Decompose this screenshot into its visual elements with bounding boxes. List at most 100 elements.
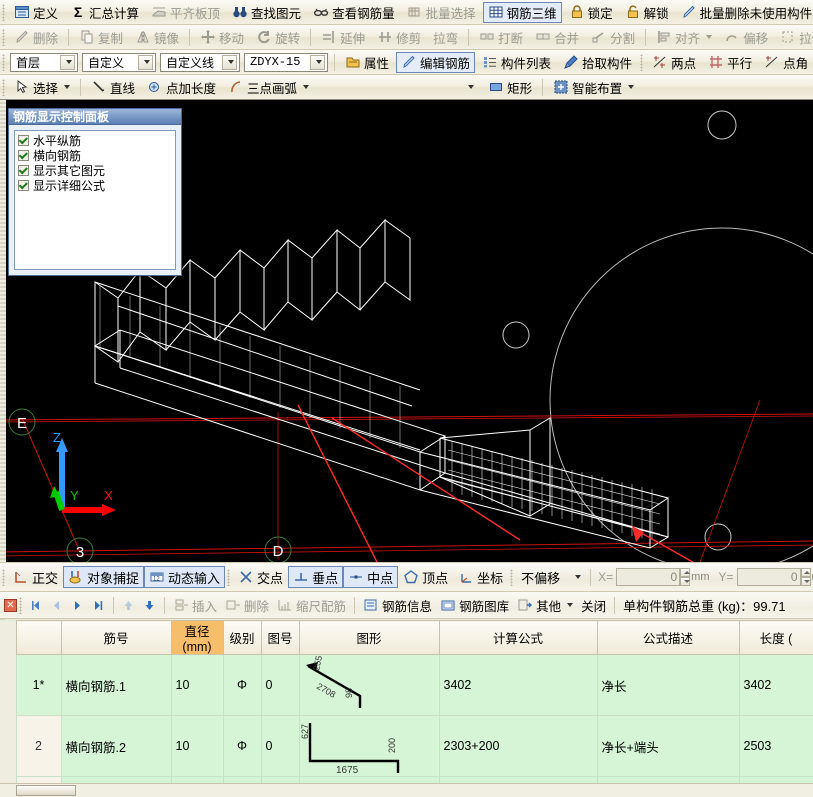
row-length[interactable]: 3402 — [738, 654, 813, 716]
nav-properties-button[interactable]: 属性 — [340, 52, 394, 73]
row-index[interactable]: 2 — [15, 715, 62, 777]
snap-vertex-toggle[interactable]: 顶点 — [398, 566, 453, 588]
toolbar-lock-button[interactable]: 锁定 — [564, 2, 618, 23]
snap-section-grip[interactable] — [227, 568, 231, 586]
nav-component-list-button[interactable]: 构件列表 — [477, 52, 556, 73]
nav-toolbar-grip[interactable] — [2, 53, 5, 71]
table-header-rebar-no[interactable]: 筋号 — [60, 620, 172, 655]
row-formula[interactable]: 3402 — [438, 654, 598, 716]
nav-pick-component-button[interactable]: 拾取构件 — [558, 52, 637, 73]
table-header-level[interactable]: 级别 — [222, 620, 262, 655]
snap-midpoint-toggle[interactable]: 中点 — [343, 566, 399, 588]
snap-intersection-toggle[interactable]: 交点 — [233, 566, 288, 588]
row-drawing-no[interactable]: 0 — [260, 715, 300, 777]
edit-move-button[interactable]: 移动 — [195, 27, 249, 48]
edit-break-button[interactable]: 打断 — [474, 27, 528, 48]
edit-merge-button[interactable]: 合并 — [530, 27, 584, 48]
close-icon[interactable]: ✕ — [4, 598, 17, 612]
draw-smart-layout-button[interactable]: 智能布置 — [548, 77, 639, 98]
toolbar-unlock-button[interactable]: 解锁 — [620, 2, 674, 23]
x-offset-input[interactable]: 0 — [616, 568, 681, 586]
draw-toolbar-grip[interactable] — [2, 78, 5, 96]
row-level[interactable]: Φ — [222, 654, 262, 716]
edit-copy-button[interactable]: 复制 — [74, 27, 128, 48]
nav-move-down-button[interactable] — [139, 594, 160, 616]
table-header-description[interactable]: 公式描述 — [596, 620, 740, 655]
edit-align-button[interactable]: 对齐 — [651, 27, 717, 48]
draw-three-point-arc-button[interactable]: 三点画弧 — [223, 77, 314, 98]
checkbox-icon[interactable] — [18, 180, 29, 191]
edit-mirror-button[interactable]: 镜像 — [130, 27, 184, 48]
table-header-blank[interactable] — [15, 620, 62, 655]
toolbar-define-button[interactable]: 定义 — [9, 2, 63, 23]
chevron-down-icon[interactable] — [567, 603, 574, 607]
toolbar-summary-calc-button[interactable]: Σ 汇总计算 — [65, 2, 144, 23]
grid-delete-button[interactable]: 删除 — [221, 594, 273, 616]
category-combo[interactable]: 自定义 — [82, 52, 156, 72]
nav-last-record-button[interactable] — [88, 594, 109, 616]
toolbar-grip[interactable] — [2, 3, 5, 21]
toolbar-align-slab-top-button[interactable]: 平齐板顶 — [146, 2, 225, 23]
toolbar-view-rebar-qty-button[interactable]: 查看钢筋量 — [308, 2, 400, 23]
nav-first-record-button[interactable] — [25, 594, 46, 616]
snap-object-snap-toggle[interactable]: 对象捕捉 — [63, 566, 145, 588]
row-rebar-name[interactable]: 横向钢筋.2 — [60, 715, 172, 777]
table-header-diameter[interactable]: 直径(mm) — [170, 620, 224, 655]
table-header-length[interactable]: 长度 ( — [738, 620, 813, 655]
edit-offset-button[interactable]: 偏移 — [719, 27, 773, 48]
draw-line-button[interactable]: 直线 — [86, 77, 140, 98]
nav-parallel-button[interactable]: 平行 — [703, 52, 757, 73]
edit-toolbar-grip[interactable] — [2, 28, 5, 46]
row-shape[interactable]: 255 2708 98 — [298, 654, 440, 716]
row-formula[interactable]: 2303+200 — [438, 715, 598, 777]
table-row[interactable]: 1* 横向钢筋.1 10 Φ 0 255 2708 98 3402 净长 340… — [0, 654, 813, 716]
chevron-down-icon[interactable] — [575, 575, 582, 579]
table-header-drawing-no[interactable]: 图号 — [260, 620, 300, 655]
offset-section-grip[interactable] — [510, 568, 514, 586]
grid-rebar-info-button[interactable]: 钢筋信息 — [359, 594, 436, 616]
row-description[interactable]: 净长+端头 — [596, 715, 740, 777]
row-shape[interactable]: 627 1675 200 — [298, 715, 440, 777]
edit-extend-button[interactable]: 延伸 — [316, 27, 370, 48]
grid-other-button[interactable]: 其他 — [513, 594, 577, 616]
table-row[interactable]: 2 横向钢筋.2 10 Φ 0 627 1675 200 2303+200 净长… — [0, 715, 813, 777]
nav-edit-rebar-button[interactable]: 编辑钢筋 — [396, 51, 476, 73]
nav-point-angle-button[interactable]: 点角 — [759, 52, 813, 73]
grid-close-button[interactable]: 关闭 — [577, 594, 610, 616]
row-drawing-no[interactable]: 0 — [260, 654, 300, 716]
row-index[interactable]: 1* — [15, 654, 62, 716]
edit-rotate-button[interactable]: 旋转 — [251, 27, 305, 48]
chevron-down-icon[interactable] — [303, 85, 310, 89]
row-diameter[interactable]: 10 — [170, 654, 224, 716]
row-description[interactable]: 净长 — [596, 654, 740, 716]
rebar-display-control-panel[interactable]: 钢筋显示控制面板 水平纵筋 横向钢筋 显示其它图元 显示详细公式 — [8, 108, 182, 276]
row-diameter[interactable]: 10 — [170, 715, 224, 777]
chevron-down-icon[interactable] — [310, 54, 325, 70]
chevron-down-icon[interactable] — [628, 85, 635, 89]
component-combo[interactable]: ZDYX-15 — [244, 52, 328, 72]
rebar-table[interactable]: 筋号 直径(mm) 级别 图号 图形 计算公式 公式描述 长度 ( 1* 横向钢… — [0, 620, 813, 797]
toolbar-find-element-button[interactable]: 查找图元 — [227, 2, 306, 23]
gridbar-grip[interactable] — [19, 596, 22, 614]
table-header-shape[interactable]: 图形 — [298, 620, 440, 655]
3d-viewport[interactable]: E 3 D Z Y X 钢筋显示控制面板 水平纵筋 横向钢筋 显示其它图元 显示… — [0, 100, 813, 562]
checkbox-icon[interactable] — [18, 150, 29, 161]
y-offset-stepper[interactable] — [800, 568, 811, 586]
floor-combo[interactable]: 首层 — [10, 52, 78, 72]
nav-right-grip[interactable] — [640, 53, 644, 71]
draw-point-length-button[interactable]: 点加长度 — [142, 77, 221, 98]
edit-delete-button[interactable]: 删除 — [9, 27, 63, 48]
snap-perpendicular-toggle[interactable]: 垂点 — [288, 566, 344, 588]
snap-dynamic-input-toggle[interactable]: 12 动态输入 — [144, 566, 226, 588]
toolbar-batch-delete-unused-button[interactable]: 批量删除未使用构件 — [676, 2, 813, 23]
offset-mode-dropdown[interactable]: 不偏移 — [516, 566, 586, 588]
rebar-option-show-detailed-formula[interactable]: 显示详细公式 — [18, 178, 172, 193]
statusbar-grip[interactable] — [2, 568, 5, 586]
snap-coordinate-toggle[interactable]: 坐标 — [453, 566, 508, 588]
row-rebar-name[interactable]: 横向钢筋.1 — [60, 654, 172, 716]
draw-rectangle-button[interactable]: 矩形 — [483, 77, 537, 98]
chevron-down-icon[interactable] — [222, 54, 237, 70]
chevron-down-icon[interactable] — [138, 54, 153, 70]
edit-stretch-button[interactable]: 拉伸 — [775, 27, 813, 48]
nav-next-record-button[interactable] — [67, 594, 88, 616]
